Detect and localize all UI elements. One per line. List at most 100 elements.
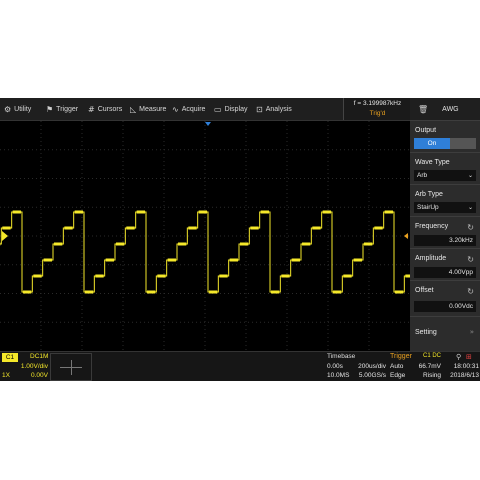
waveform-step [126, 226, 135, 230]
waveform-step [85, 290, 94, 294]
waveform-step [312, 226, 321, 230]
waveform-step [167, 258, 176, 262]
waveform-step [219, 274, 228, 278]
sample-rate: 5.00GS/s [358, 372, 386, 379]
waveform-step [384, 210, 393, 214]
knob-icon: ↻ [467, 287, 474, 296]
clock-time: 18:00:31 [453, 363, 479, 370]
awg-panel: 🗑 AWG Output On Wave Type Arb ⌄ Arb Type… [410, 98, 480, 351]
oscilloscope-screen: ⚙ Utility ⚑ Trigger # Cursors ◺ Measure ∿ Acq… [0, 98, 480, 381]
knob-icon: ↻ [467, 223, 474, 232]
waveform-step [353, 258, 362, 262]
wave-icon: ∿ [172, 104, 179, 114]
waveform-step [209, 290, 218, 294]
add-channel-box[interactable] [50, 353, 92, 381]
channel-1-box[interactable]: C1 DC1M 1.00V/div 1X 0.00V [2, 353, 48, 380]
waveform-step [74, 210, 83, 214]
trigger-position-marker[interactable] [205, 122, 211, 126]
trigger-state: Trig'd [369, 110, 386, 117]
chevron-right-icon: » [469, 328, 474, 336]
network-icon: ⊞ [466, 353, 472, 361]
waveform-step [229, 258, 238, 262]
chart-icon: ⊡ [256, 104, 263, 114]
trigger-mode: Auto [390, 363, 404, 370]
offset-section[interactable]: Offset ↻ 0.00Vdc [410, 280, 480, 317]
waveform-step [271, 290, 280, 294]
setting-label: Setting [415, 329, 437, 336]
waveform-step [395, 290, 404, 294]
waveform-line [0, 211, 456, 293]
frequency-section[interactable]: Frequency ↻ 3.20kHz [410, 216, 480, 249]
arb-type-label: Arb Type [415, 191, 443, 198]
timebase-delay: 0.00s [327, 363, 343, 370]
trash-icon: 🗑 [418, 104, 429, 114]
trigger-status[interactable]: f = 3.199987kHz Trig'd [343, 98, 411, 120]
menu-analysis[interactable]: ⊡ Analysis [256, 98, 292, 120]
trigger-source: C1 DC [422, 353, 441, 359]
waveform-step [116, 242, 125, 246]
channel-scale: 1.00V/div [20, 363, 48, 370]
menu-cursors[interactable]: # Cursors [88, 98, 122, 120]
hash-icon: # [88, 104, 95, 114]
menu-trigger[interactable]: ⚑ Trigger [46, 98, 78, 120]
waveform-step [188, 226, 197, 230]
channel-1-marker[interactable] [2, 231, 8, 241]
waveform-step [343, 274, 352, 278]
amplitude-value[interactable]: 4.00Vpp [414, 267, 476, 278]
timebase-title: Timebase [327, 353, 356, 360]
waveform-step [136, 210, 145, 214]
waveform-step [157, 274, 166, 278]
waveform-step [64, 226, 73, 230]
menu-bar: ⚙ Utility ⚑ Trigger # Cursors ◺ Measure ∿ Acq… [0, 98, 411, 121]
arb-type-select[interactable]: StairUp ⌄ [414, 202, 476, 213]
output-toggle[interactable]: On [414, 138, 476, 149]
menu-display[interactable]: ▭ Display [214, 98, 248, 120]
wave-type-label: Wave Type [415, 159, 450, 166]
waveform-step [240, 242, 249, 246]
waveform-step [178, 242, 187, 246]
timebase-scale: 200us/div [358, 363, 386, 370]
waveform-step [43, 258, 52, 262]
awg-header[interactable]: 🗑 AWG [410, 98, 480, 120]
wave-type-select[interactable]: Arb ⌄ [414, 170, 476, 181]
clock-date: 2018/6/13 [450, 372, 479, 379]
chevron-down-icon: ⌄ [467, 204, 473, 211]
menu-measure[interactable]: ◺ Measure [130, 98, 166, 120]
menu-acquire[interactable]: ∿ Acquire [172, 98, 205, 120]
usb-icon: ⚲ [456, 353, 462, 361]
output-on-option[interactable]: On [414, 138, 450, 149]
arb-type-section[interactable]: Arb Type StairUp ⌄ [410, 184, 480, 217]
waveform-step [12, 210, 21, 214]
trigger-type: Edge [390, 372, 406, 379]
timebase-box[interactable]: Timebase 0.00s 200us/div 10.0MS 5.00GS/s [326, 353, 386, 380]
waveform-step [250, 226, 259, 230]
waveform-step [364, 242, 373, 246]
waveform-plot [0, 121, 456, 351]
waveform-step [302, 242, 311, 246]
menu-utility[interactable]: ⚙ Utility [4, 98, 31, 120]
setting-section[interactable]: Setting » [410, 316, 480, 352]
waveform-step [33, 274, 42, 278]
trigger-box[interactable]: Trigger C1 DC Auto 66.7mV Edge Rising [389, 353, 441, 380]
waveform-step [198, 210, 207, 214]
waveform-step [23, 290, 32, 294]
channel-offset: 0.00V [31, 372, 48, 379]
waveform-area[interactable] [0, 121, 456, 351]
trigger-level: 66.7mV [418, 363, 441, 370]
waveform-step [333, 290, 342, 294]
trigger-level-marker[interactable] [404, 233, 408, 239]
channel-probe: 1X [2, 372, 10, 379]
channel-1-label: C1 [2, 353, 18, 362]
wave-type-section[interactable]: Wave Type Arb ⌄ [410, 152, 480, 185]
waveform-step [54, 242, 63, 246]
amplitude-label: Amplitude [415, 255, 447, 262]
plus-icon-vertical [71, 360, 72, 375]
frequency-label: Frequency [415, 223, 449, 230]
offset-value[interactable]: 0.00Vdc [414, 301, 476, 312]
frequency-value[interactable]: 3.20kHz [414, 235, 476, 246]
monitor-icon: ▭ [214, 104, 222, 114]
waveform-step [95, 274, 104, 278]
amplitude-section[interactable]: Amplitude ↻ 4.00Vpp [410, 248, 480, 281]
trigger-frequency: f = 3.199987kHz [353, 100, 402, 107]
wave-type-value: Arb [417, 172, 428, 179]
